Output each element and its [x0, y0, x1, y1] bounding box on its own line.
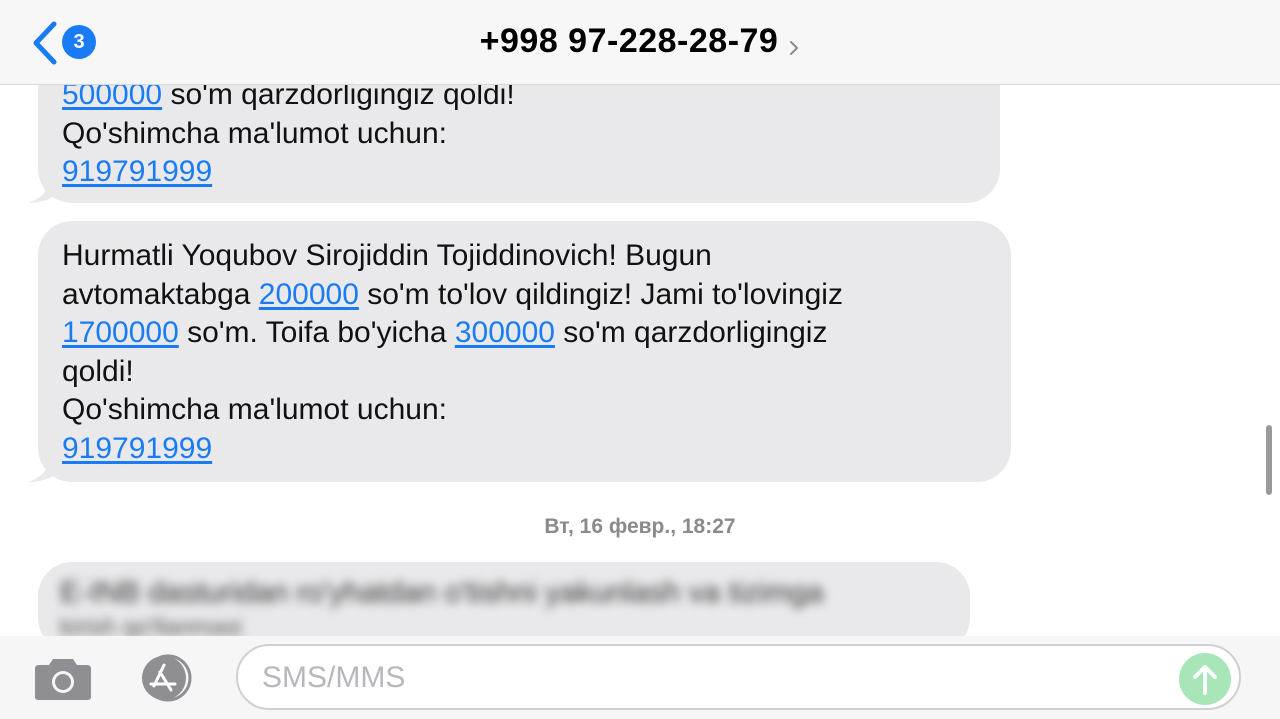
message-text: so'm qarzdorligingiz — [554, 316, 828, 349]
message-line: avtomaktabga 200000 so'm to'lov qildingi… — [62, 276, 987, 315]
message-line: 919791999 — [62, 430, 987, 469]
scroll-indicator[interactable] — [1266, 425, 1272, 495]
bubble-tail — [28, 454, 58, 482]
input-placeholder: SMS/MMS — [262, 661, 406, 694]
message-bubble[interactable]: Hurmatli Yoqubov Sirojiddin Tojiddinovic… — [38, 221, 1011, 482]
message-text: avtomaktabga — [62, 277, 259, 311]
contact-title[interactable]: +998 97-228-28-79 — [0, 22, 1280, 61]
chevron-right-icon — [790, 40, 799, 55]
contact-number: +998 97-228-28-79 — [479, 22, 779, 60]
message-line: Qo'shimcha ma'lumot uchun: — [62, 116, 447, 150]
amount-link[interactable]: 200000 — [259, 278, 359, 311]
compose-bar: SMS/MMS — [0, 636, 1280, 719]
message-line: Qo'shimcha ma'lumot uchun: — [62, 393, 447, 426]
camera-icon — [35, 659, 91, 700]
message-line: Hurmatli Yoqubov Sirojiddin Tojiddinovic… — [62, 239, 712, 272]
send-arrow-icon — [1193, 665, 1217, 695]
send-button[interactable] — [1179, 653, 1231, 705]
camera-button[interactable] — [33, 655, 93, 701]
message-timestamp: Вт, 16 февр., 18:27 — [544, 515, 736, 538]
message-line: 919791999 — [62, 153, 976, 192]
message-line: qoldi! — [62, 354, 134, 388]
message-text: so'm. Toifa bo'yicha — [178, 316, 455, 349]
bubble-tail — [28, 175, 58, 203]
message-input[interactable]: SMS/MMS — [236, 644, 1241, 710]
message-text: so'm to'lov qildingiz! Jami to'lovingiz — [358, 277, 843, 311]
blurred-text: E-INB dasturidan ro'yhatdan o'tishni yak… — [60, 576, 824, 609]
phone-link[interactable]: 919791999 — [62, 155, 212, 188]
phone-link[interactable]: 919791999 — [62, 432, 212, 465]
app-store-button[interactable] — [135, 654, 199, 702]
amount-link[interactable]: 300000 — [455, 316, 555, 349]
app-store-icon — [142, 654, 192, 702]
message-line: 1700000 so'm. Toifa bo'yicha 300000 so'm… — [62, 314, 987, 353]
amount-link[interactable]: 1700000 — [62, 316, 179, 349]
conversation-header: 3 +998 97-228-28-79 — [0, 0, 1280, 85]
